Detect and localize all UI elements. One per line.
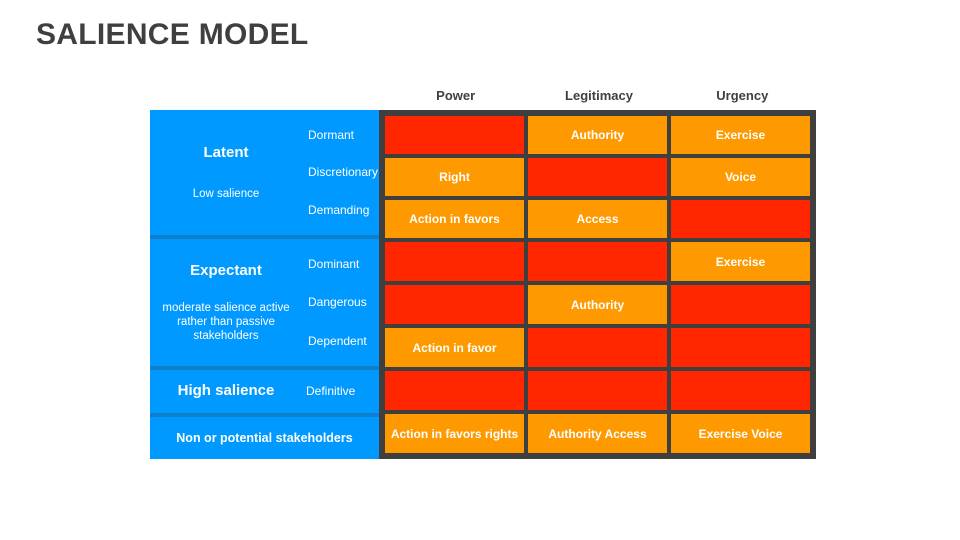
table-row: Action in favors rights Authority Access… <box>383 412 812 455</box>
cell-discretionary-legitimacy[interactable] <box>528 158 667 196</box>
group-high-row-labels: Definitive <box>302 370 379 413</box>
cell-dependent-urgency[interactable] <box>671 328 810 367</box>
cell-definitive-power[interactable] <box>385 371 524 410</box>
grid-block-expectant: Exercise Authority Action in favor <box>383 240 812 369</box>
cell-dangerous-legitimacy[interactable]: Authority <box>528 285 667 324</box>
cell-dormant-legitimacy[interactable]: Authority <box>528 116 667 154</box>
cell-dominant-urgency[interactable]: Exercise <box>671 242 810 281</box>
cell-dominant-legitimacy[interactable] <box>528 242 667 281</box>
salience-group-high[interactable]: High salience Definitive <box>150 366 379 413</box>
table-row: Authority Exercise <box>383 114 812 156</box>
group-latent-row-labels: Dormant Discretionary Demanding <box>302 110 379 235</box>
group-expectant-heading: Expectant moderate salience active rathe… <box>150 261 302 343</box>
group-non-subtitle: Non or potential stakeholders <box>176 430 353 445</box>
group-high-title: High salience <box>177 382 275 400</box>
table-row <box>383 369 812 412</box>
group-expectant-subtitle: moderate salience active rather than pas… <box>162 302 290 343</box>
attribute-grid: Authority Exercise Right Voice Action in… <box>379 110 816 459</box>
row-label-discretionary[interactable]: Discretionary <box>302 164 379 180</box>
row-label-dominant[interactable]: Dominant <box>302 256 379 272</box>
salience-group-non-stakeholders[interactable]: Non or potential stakeholders <box>150 412 379 459</box>
row-label-definitive[interactable]: Definitive <box>302 383 379 399</box>
cell-non-legitimacy[interactable]: Authority Access <box>528 414 667 453</box>
cell-dependent-legitimacy[interactable] <box>528 328 667 367</box>
row-label-demanding[interactable]: Demanding <box>302 202 379 218</box>
page-title: SALIENCE MODEL <box>36 18 309 51</box>
group-expectant-title: Expectant <box>190 262 262 280</box>
cell-non-urgency[interactable]: Exercise Voice <box>671 414 810 453</box>
cell-dangerous-urgency[interactable] <box>671 285 810 324</box>
column-header-legitimacy: Legitimacy <box>565 88 633 103</box>
column-header-row: Power Legitimacy Urgency <box>384 88 814 106</box>
group-latent-title: Latent <box>203 144 249 162</box>
cell-dormant-power[interactable] <box>385 116 524 154</box>
group-latent-subtitle: Low salience <box>192 188 260 201</box>
group-latent-heading: Latent Low salience <box>150 143 302 201</box>
table-row: Right Voice <box>383 156 812 198</box>
cell-discretionary-urgency[interactable]: Voice <box>671 158 810 196</box>
table-row: Exercise <box>383 240 812 283</box>
column-header-urgency: Urgency <box>716 88 769 103</box>
row-label-dependent[interactable]: Dependent <box>302 333 379 349</box>
cell-demanding-power[interactable]: Action in favors <box>385 200 524 238</box>
cell-dormant-urgency[interactable]: Exercise <box>671 116 810 154</box>
cell-non-power[interactable]: Action in favors rights <box>385 414 524 453</box>
grid-block-latent: Authority Exercise Right Voice Action in… <box>383 114 812 240</box>
table-row: Action in favors Access <box>383 198 812 240</box>
salience-group-latent[interactable]: Latent Low salience Dormant Discretionar… <box>150 110 379 235</box>
table-row: Authority <box>383 283 812 326</box>
salience-group-expectant[interactable]: Expectant moderate salience active rathe… <box>150 234 379 366</box>
table-row: Action in favor <box>383 326 812 369</box>
row-label-dangerous[interactable]: Dangerous <box>302 294 379 310</box>
cell-dangerous-power[interactable] <box>385 285 524 324</box>
salience-model-matrix: Latent Low salience Dormant Discretionar… <box>150 110 816 459</box>
cell-definitive-urgency[interactable] <box>671 371 810 410</box>
salience-category-panel: Latent Low salience Dormant Discretionar… <box>150 110 379 459</box>
row-label-dormant[interactable]: Dormant <box>302 127 379 143</box>
column-header-power: Power <box>436 88 476 103</box>
cell-discretionary-power[interactable]: Right <box>385 158 524 196</box>
cell-demanding-urgency[interactable] <box>671 200 810 238</box>
cell-definitive-legitimacy[interactable] <box>528 371 667 410</box>
cell-demanding-legitimacy[interactable]: Access <box>528 200 667 238</box>
grid-block-non-stakeholders: Action in favors rights Authority Access… <box>383 412 812 455</box>
cell-dominant-power[interactable] <box>385 242 524 281</box>
group-expectant-row-labels: Dominant Dangerous Dependent <box>302 239 379 366</box>
cell-dependent-power[interactable]: Action in favor <box>385 328 524 367</box>
group-high-heading: High salience <box>150 381 302 401</box>
grid-block-definitive <box>383 369 812 412</box>
